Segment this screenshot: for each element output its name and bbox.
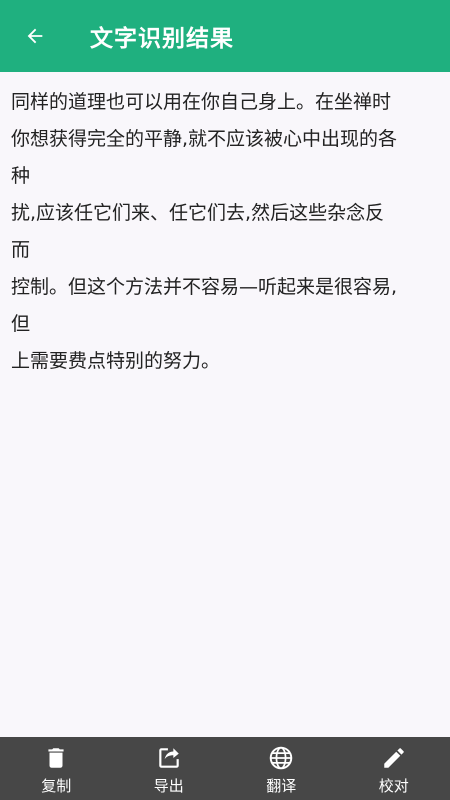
proofread-label: 校对 bbox=[378, 777, 409, 795]
copy-label: 复制 bbox=[41, 777, 72, 795]
text-line: 但 bbox=[11, 313, 31, 335]
translate-button[interactable]: 翻译 bbox=[225, 737, 338, 800]
back-button[interactable] bbox=[0, 0, 70, 72]
copy-button[interactable]: 复制 bbox=[0, 737, 113, 800]
text-line: 而 bbox=[11, 239, 31, 261]
text-line: 控制。但这个方法并不容易—听起来是很容易, bbox=[11, 276, 398, 298]
recognized-text[interactable]: 同样的道理也可以用在你自己身上。在坐禅时 你想获得完全的平静,就不应该被心中出现… bbox=[11, 84, 441, 380]
text-line: 你想获得完全的平静,就不应该被心中出现的各 bbox=[11, 128, 398, 150]
text-line: 同样的道理也可以用在你自己身上。在坐禅时 bbox=[11, 91, 392, 113]
share-icon bbox=[159, 748, 179, 768]
arrow-left-icon bbox=[27, 28, 43, 44]
app-bar: 文字识别结果 bbox=[0, 0, 450, 72]
proofread-button[interactable]: 校对 bbox=[338, 737, 450, 800]
text-line: 扰,应该任它们来、任它们去,然后这些杂念反 bbox=[11, 202, 385, 224]
bottom-toolbar: 复制 导出 翻译 校对 bbox=[0, 737, 450, 800]
globe-icon bbox=[269, 746, 293, 770]
text-line: 上需要费点特别的努力。 bbox=[11, 350, 221, 372]
trash-icon bbox=[48, 748, 64, 768]
export-label: 导出 bbox=[153, 777, 184, 795]
export-button[interactable]: 导出 bbox=[113, 737, 226, 800]
page-title: 文字识别结果 bbox=[90, 26, 234, 52]
pencil-icon bbox=[384, 748, 404, 768]
translate-label: 翻译 bbox=[266, 777, 297, 795]
text-line: 种 bbox=[11, 165, 31, 187]
